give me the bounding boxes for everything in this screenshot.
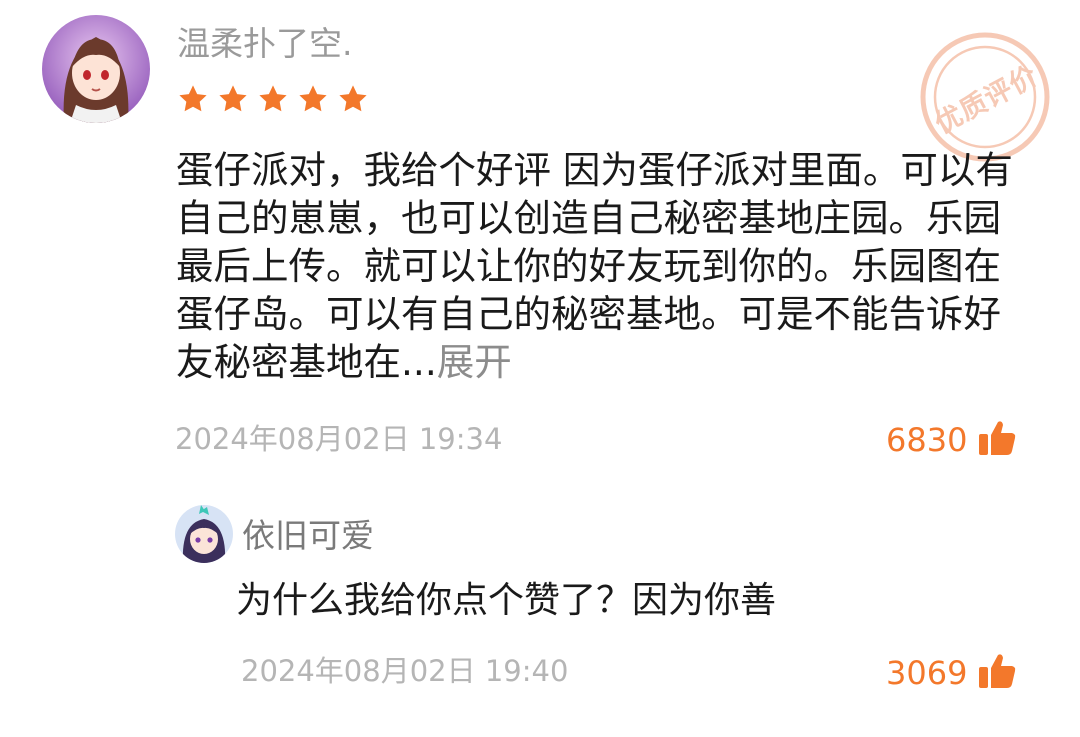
reply-body: 为什么我给你点个赞了？因为你善: [236, 580, 777, 621]
review-text: 蛋仔派对，我给个好评 因为蛋仔派对里面。可以有自己的崽崽，也可以创造自己秘密基地…: [176, 148, 1013, 384]
review-timestamp: 2024年08月02日 19:34: [175, 422, 503, 456]
reply-avatar[interactable]: [175, 505, 233, 563]
reviewer-avatar[interactable]: [42, 15, 150, 123]
review-like-count: 6830: [886, 421, 968, 459]
expand-link[interactable]: 展开: [437, 340, 512, 384]
star-icon: [177, 83, 209, 115]
reply-like-button[interactable]: 3069: [886, 651, 1017, 695]
star-icon: [257, 83, 289, 115]
review-body: 蛋仔派对，我给个好评 因为蛋仔派对里面。可以有自己的崽崽，也可以创造自己秘密基地…: [176, 146, 1036, 386]
star-icon: [337, 83, 369, 115]
thumbs-up-icon: [977, 418, 1017, 462]
star-icon: [297, 83, 329, 115]
star-icon: [217, 83, 249, 115]
thumbs-up-icon: [977, 651, 1017, 695]
reply-timestamp: 2024年08月02日 19:40: [241, 654, 569, 688]
reply-username[interactable]: 依旧可爱: [242, 519, 374, 552]
reply-like-count: 3069: [886, 654, 968, 692]
reviewer-username[interactable]: 温柔扑了空.: [177, 27, 353, 60]
rating-stars: [177, 83, 369, 115]
review-like-button[interactable]: 6830: [886, 418, 1017, 462]
